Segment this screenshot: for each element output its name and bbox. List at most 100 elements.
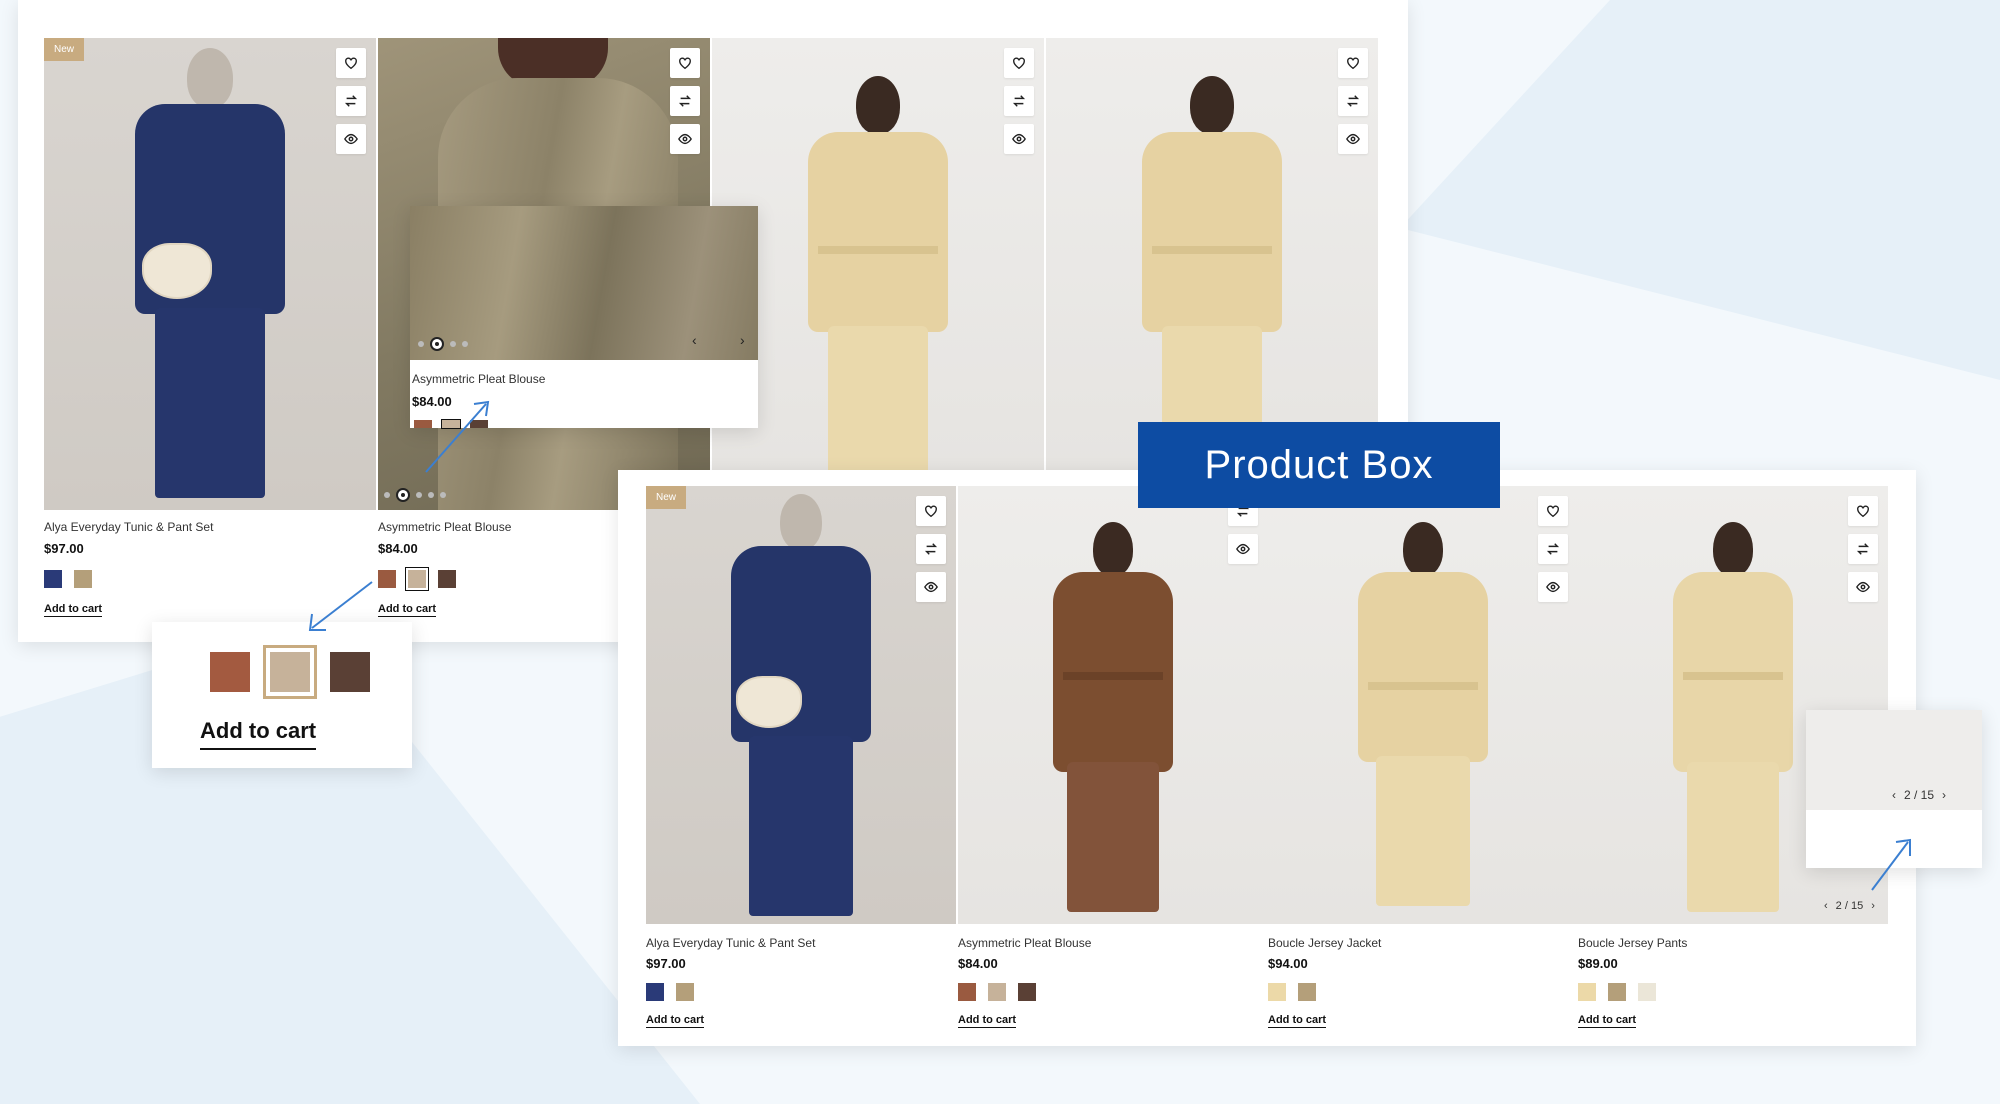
annotation-arrow: [1871, 838, 1911, 891]
compare-button[interactable]: [1338, 86, 1368, 116]
wishlist-button[interactable]: [670, 48, 700, 78]
product-name[interactable]: Asymmetric Pleat Blouse: [958, 936, 1091, 950]
product-name[interactable]: Alya Everyday Tunic & Pant Set: [646, 936, 815, 950]
chevron-right-icon[interactable]: ›: [740, 332, 745, 348]
product-image[interactable]: [44, 38, 376, 510]
product-price: $97.00: [646, 956, 686, 971]
chevron-left-icon[interactable]: ‹: [1824, 900, 1828, 912]
slider-dot[interactable]: [462, 341, 468, 347]
color-swatch[interactable]: [1298, 983, 1316, 1001]
wishlist-button[interactable]: [336, 48, 366, 78]
color-swatch[interactable]: [1638, 983, 1656, 1001]
color-swatch[interactable]: [1018, 983, 1036, 1001]
product-card[interactable]: New Alya Everyday Tunic & Pant Set $97.0…: [44, 38, 376, 618]
slider-dot[interactable]: [384, 492, 390, 498]
quick-view-button[interactable]: [670, 124, 700, 154]
image-pager: ‹ 2 / 15 ›: [1824, 900, 1875, 912]
compare-button[interactable]: [1538, 534, 1568, 564]
color-swatch[interactable]: [44, 570, 62, 588]
wishlist-button[interactable]: [1848, 496, 1878, 526]
quick-view-button[interactable]: [1004, 124, 1034, 154]
color-swatch-selected[interactable]: [263, 645, 317, 699]
product-card[interactable]: Asymmetric Pleat Blouse $84.00 Add to ca…: [958, 486, 1268, 1028]
wishlist-button[interactable]: [1338, 48, 1368, 78]
quick-view-button[interactable]: [1228, 534, 1258, 564]
chevron-left-icon[interactable]: ‹: [692, 332, 697, 348]
compare-button[interactable]: [1004, 86, 1034, 116]
chevron-right-icon[interactable]: ›: [1871, 900, 1875, 912]
compare-button[interactable]: [1848, 534, 1878, 564]
quick-view-button[interactable]: [336, 124, 366, 154]
pager-count: 2 / 15: [1835, 900, 1864, 912]
slider-dot[interactable]: [416, 492, 422, 498]
slider-dot[interactable]: [428, 492, 434, 498]
add-to-cart-link-large[interactable]: Add to cart: [200, 718, 317, 750]
product-name[interactable]: Alya Everyday Tunic & Pant Set: [44, 520, 213, 534]
slider-dot-active[interactable]: [396, 488, 410, 502]
color-swatches: [958, 983, 1036, 1001]
chevron-left-icon[interactable]: ‹: [1892, 788, 1896, 802]
compare-icon: [1012, 95, 1026, 107]
add-to-cart-link[interactable]: Add to cart: [1578, 1014, 1637, 1028]
product-actions: [1004, 48, 1034, 154]
color-swatches: [646, 983, 694, 1001]
product-image[interactable]: [1046, 38, 1378, 470]
product-actions: [336, 48, 366, 154]
model-figure: [1038, 522, 1188, 922]
compare-icon: [924, 543, 938, 555]
quick-view-button[interactable]: [1538, 572, 1568, 602]
color-swatch[interactable]: [1268, 983, 1286, 1001]
slider-dot-active[interactable]: [430, 337, 444, 351]
add-to-cart-link[interactable]: Add to cart: [44, 603, 103, 617]
quick-view-button[interactable]: [1338, 124, 1368, 154]
product-image[interactable]: [712, 38, 1044, 470]
chevron-right-icon[interactable]: ›: [1942, 788, 1946, 802]
slider-dot[interactable]: [418, 341, 424, 347]
product-price: $84.00: [378, 541, 418, 556]
new-badge: New: [646, 486, 687, 509]
color-swatch[interactable]: [958, 983, 976, 1001]
product-image[interactable]: [646, 486, 956, 924]
product-image[interactable]: [1268, 486, 1578, 924]
wishlist-button[interactable]: [1004, 48, 1034, 78]
product-card[interactable]: [1046, 38, 1378, 470]
product-image[interactable]: [958, 486, 1268, 924]
color-swatch[interactable]: [74, 570, 92, 588]
annotation-arrow: [308, 581, 373, 631]
color-swatch[interactable]: [1578, 983, 1596, 1001]
compare-icon: [1856, 543, 1870, 555]
color-swatch[interactable]: [1608, 983, 1626, 1001]
color-swatch[interactable]: [988, 983, 1006, 1001]
eye-icon: [344, 133, 358, 145]
add-to-cart-link[interactable]: Add to cart: [958, 1014, 1017, 1028]
product-card[interactable]: [712, 38, 1044, 470]
eye-icon: [1546, 581, 1560, 593]
color-swatch[interactable]: [438, 570, 456, 588]
color-swatch[interactable]: [210, 652, 250, 692]
compare-button[interactable]: [670, 86, 700, 116]
compare-button[interactable]: [916, 534, 946, 564]
heart-icon: [345, 57, 357, 70]
slider-dot[interactable]: [440, 492, 446, 498]
product-card[interactable]: Boucle Jersey Jacket $94.00 Add to cart: [1268, 486, 1578, 1028]
product-actions: [1538, 496, 1568, 602]
color-swatch[interactable]: [646, 983, 664, 1001]
quick-view-button[interactable]: [916, 572, 946, 602]
color-swatch[interactable]: [676, 983, 694, 1001]
compare-button[interactable]: [336, 86, 366, 116]
product-actions: [1848, 496, 1878, 602]
product-name[interactable]: Boucle Jersey Jacket: [1268, 936, 1381, 950]
slider-dot[interactable]: [450, 341, 456, 347]
add-to-cart-link[interactable]: Add to cart: [1268, 1014, 1327, 1028]
product-name[interactable]: Boucle Jersey Pants: [1578, 936, 1687, 950]
product-card[interactable]: New Alya Everyday Tunic & Pant Set $97.0…: [646, 486, 956, 1028]
wishlist-button[interactable]: [1538, 496, 1568, 526]
add-to-cart-link[interactable]: Add to cart: [646, 1014, 705, 1028]
wishlist-button[interactable]: [916, 496, 946, 526]
model-figure: [798, 76, 958, 470]
product-name[interactable]: Asymmetric Pleat Blouse: [378, 520, 511, 534]
quick-view-button[interactable]: [1848, 572, 1878, 602]
color-swatch[interactable]: [330, 652, 370, 692]
eye-icon: [1012, 133, 1026, 145]
color-swatch-selected[interactable]: [405, 567, 429, 591]
